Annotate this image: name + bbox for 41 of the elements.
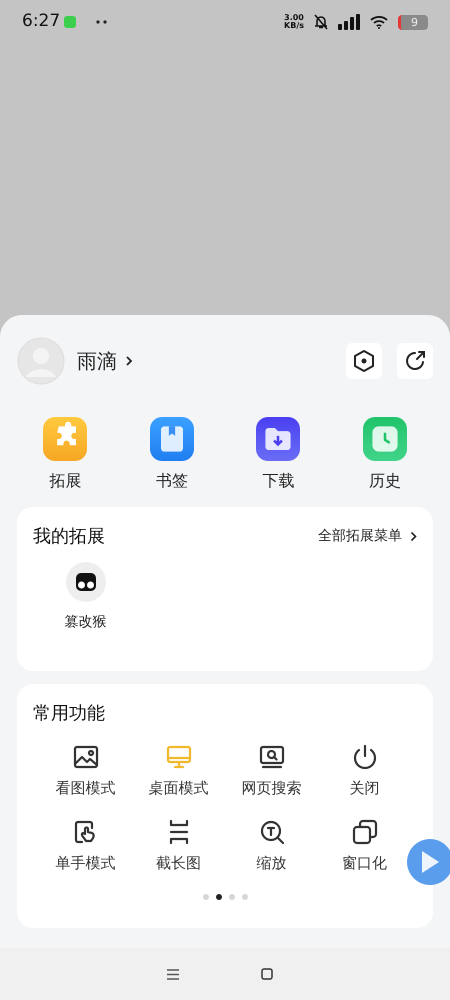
play-button[interactable] — [406, 838, 450, 886]
all-extensions-link[interactable]: 全部拓展菜单 — [318, 526, 417, 547]
clock-time: 6:27 — [22, 10, 60, 34]
extension-item[interactable]: 篡改猴 — [33, 562, 138, 633]
bell-muted-icon — [314, 14, 328, 30]
quick-action-button[interactable]: 书签 — [118, 417, 225, 493]
quick-action-button[interactable]: 拓展 — [12, 417, 118, 493]
quick-action-button[interactable]: 下载 — [225, 417, 332, 493]
net-speed-unit: KB/s — [284, 22, 304, 30]
profile-name-link[interactable]: 雨滴 — [77, 346, 133, 376]
function-button[interactable]: 截长图 — [132, 818, 225, 874]
function-button[interactable]: 关闭 — [318, 743, 411, 800]
battery-indicator: 9 — [398, 14, 428, 30]
avatar-icon — [17, 337, 65, 385]
function-button[interactable]: 桌面模式 — [132, 743, 225, 800]
section-title: 我的拓展 — [33, 525, 105, 549]
chevron-right-icon — [410, 531, 417, 542]
net-speed-value: 3.00 — [284, 14, 304, 22]
home-icon[interactable] — [261, 968, 273, 980]
share-button[interactable] — [397, 343, 433, 379]
bookmarks-icon — [150, 417, 194, 461]
settings-icon — [352, 349, 376, 373]
monkey-icon — [74, 571, 96, 593]
menu-icon[interactable] — [167, 968, 179, 980]
chevron-right-icon — [125, 355, 133, 367]
function-button[interactable]: 网页搜索 — [225, 743, 318, 800]
function-button[interactable]: 看图模式 — [39, 743, 132, 800]
signal-icon — [338, 14, 360, 30]
app-notification-icon — [64, 16, 76, 28]
quick-action-button[interactable]: 历史 — [332, 417, 438, 493]
settings-button[interactable] — [346, 343, 382, 379]
function-button[interactable]: 窗口化 — [318, 818, 411, 874]
more-dots-icon — [96, 20, 108, 24]
extensions-icon — [43, 417, 88, 461]
function-button[interactable]: 单手模式 — [39, 818, 132, 874]
wifi-icon — [370, 15, 388, 29]
history-icon — [362, 417, 407, 461]
share-icon — [403, 349, 427, 373]
downloads-icon — [256, 417, 300, 461]
function-button[interactable]: 缩放 — [225, 818, 318, 874]
section-title: 常用功能 — [33, 702, 106, 726]
